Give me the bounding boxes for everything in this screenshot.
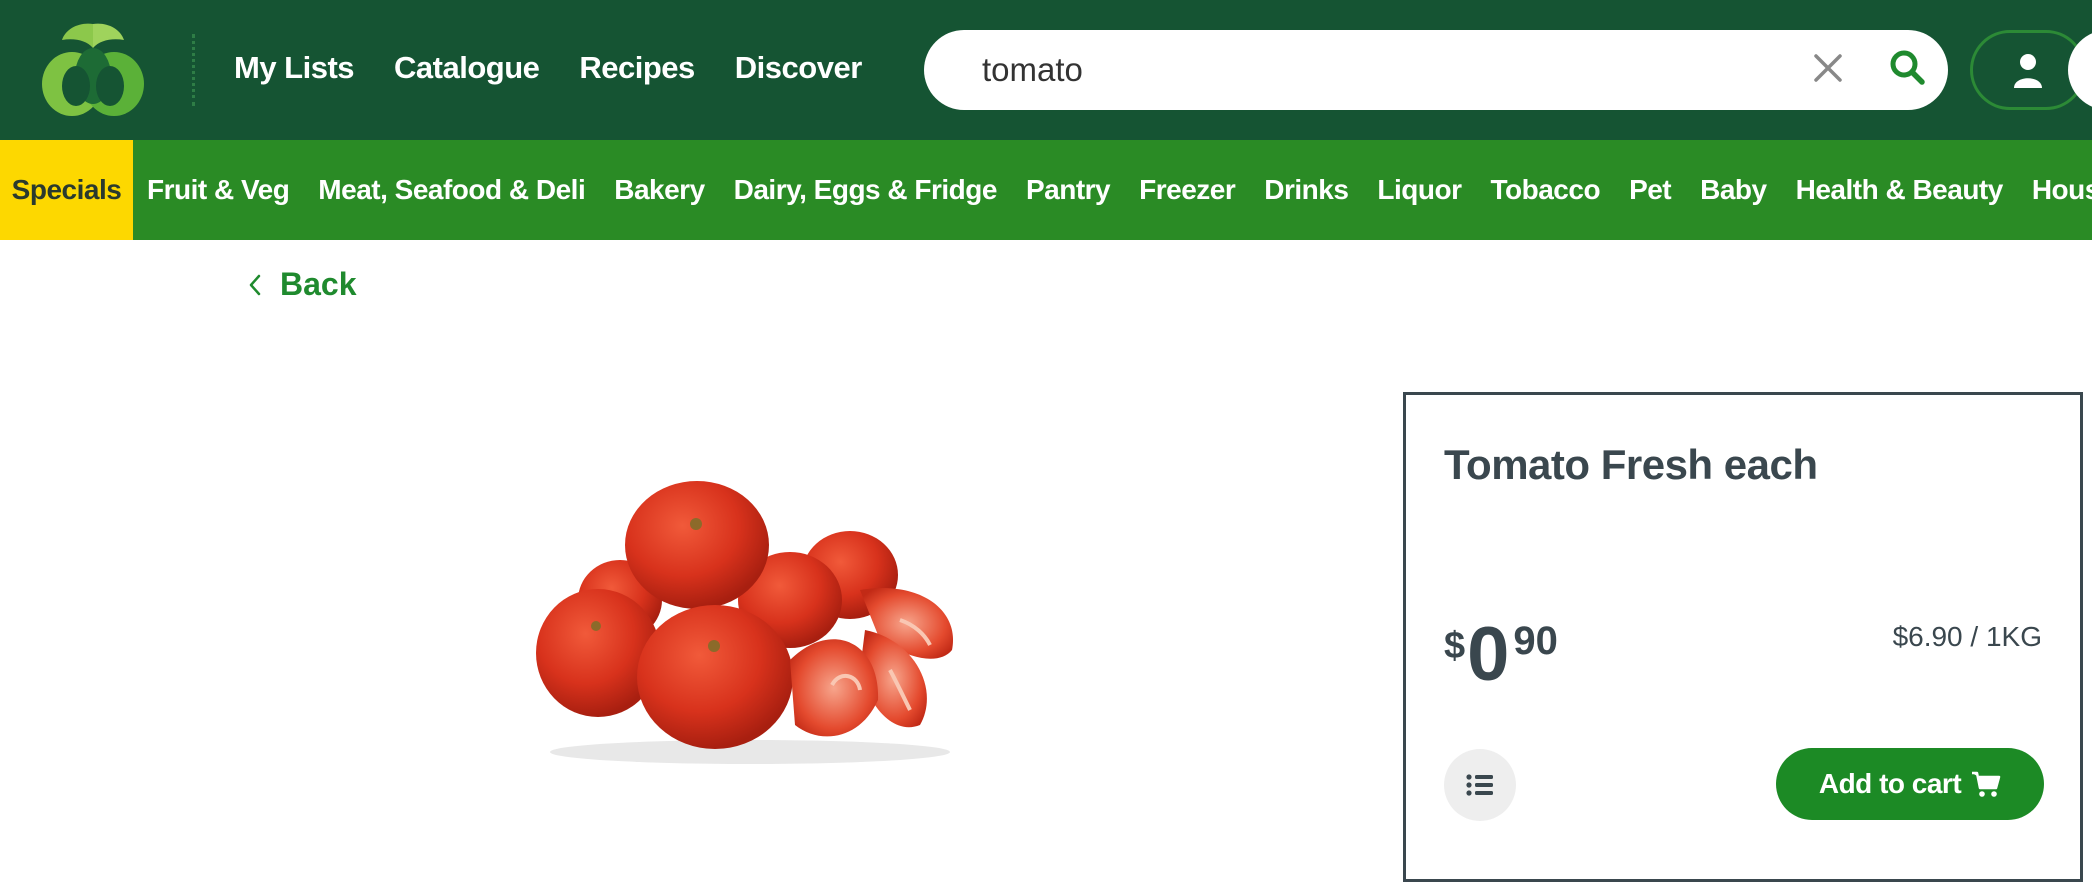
list-icon <box>1466 774 1493 796</box>
category-bakery[interactable]: Bakery <box>614 174 705 206</box>
nav-catalogue[interactable]: Catalogue <box>394 50 540 86</box>
search-icon[interactable] <box>1888 48 1928 88</box>
price-whole: 0 <box>1467 612 1510 697</box>
category-bar: Specials Fruit & Veg Meat, Seafood & Del… <box>0 140 2092 240</box>
category-health-beauty[interactable]: Health & Beauty <box>1796 174 2004 206</box>
price-currency: $ <box>1444 625 1466 667</box>
category-drinks[interactable]: Drinks <box>1264 174 1349 206</box>
category-pet[interactable]: Pet <box>1629 174 1672 206</box>
product-title: Tomato Fresh each <box>1444 441 1818 488</box>
add-to-cart-label: Add to cart <box>1818 768 1962 799</box>
category-list: Fruit & Veg Meat, Seafood & Deli Bakery … <box>147 140 2092 240</box>
main-nav: My Lists Catalogue Recipes Discover <box>234 50 862 86</box>
product-card: Tomato Fresh each $ 0 90 $6.90 / 1KG Add… <box>1403 392 2083 882</box>
product-image <box>520 460 980 770</box>
header-divider <box>192 34 195 106</box>
search-bar <box>924 30 1948 110</box>
top-header: My Lists Catalogue Recipes Discover <box>0 0 2092 140</box>
category-dairy-eggs-fridge[interactable]: Dairy, Eggs & Fridge <box>734 174 998 206</box>
category-meat-seafood-deli[interactable]: Meat, Seafood & Deli <box>318 174 585 206</box>
nav-recipes[interactable]: Recipes <box>579 50 695 86</box>
chevron-left-icon <box>249 274 261 295</box>
category-pantry[interactable]: Pantry <box>1026 174 1111 206</box>
search-input[interactable] <box>982 46 1802 94</box>
nav-discover[interactable]: Discover <box>735 50 862 86</box>
back-label: Back <box>280 266 357 302</box>
woolworths-logo[interactable] <box>36 18 150 124</box>
nav-my-lists[interactable]: My Lists <box>234 50 355 86</box>
category-liquor[interactable]: Liquor <box>1377 174 1462 206</box>
cart-icon <box>1972 771 2001 797</box>
add-to-list-button[interactable] <box>1444 749 1516 821</box>
category-tobacco[interactable]: Tobacco <box>1491 174 1601 206</box>
product-price: $ 0 90 <box>1444 617 1558 693</box>
unit-price: $6.90 / 1KG <box>1892 621 2042 652</box>
add-to-cart-button[interactable]: Add to cart <box>1776 748 2044 820</box>
user-icon <box>2014 54 2042 88</box>
close-icon[interactable] <box>1808 48 1848 88</box>
price-cents: 90 <box>1513 619 1558 663</box>
category-freezer[interactable]: Freezer <box>1139 174 1236 206</box>
category-specials[interactable]: Specials <box>0 140 133 240</box>
back-link[interactable]: Back <box>248 266 357 303</box>
category-fruit-veg[interactable]: Fruit & Veg <box>147 174 290 206</box>
category-baby[interactable]: Baby <box>1700 174 1767 206</box>
category-household[interactable]: Household <box>2032 174 2092 206</box>
